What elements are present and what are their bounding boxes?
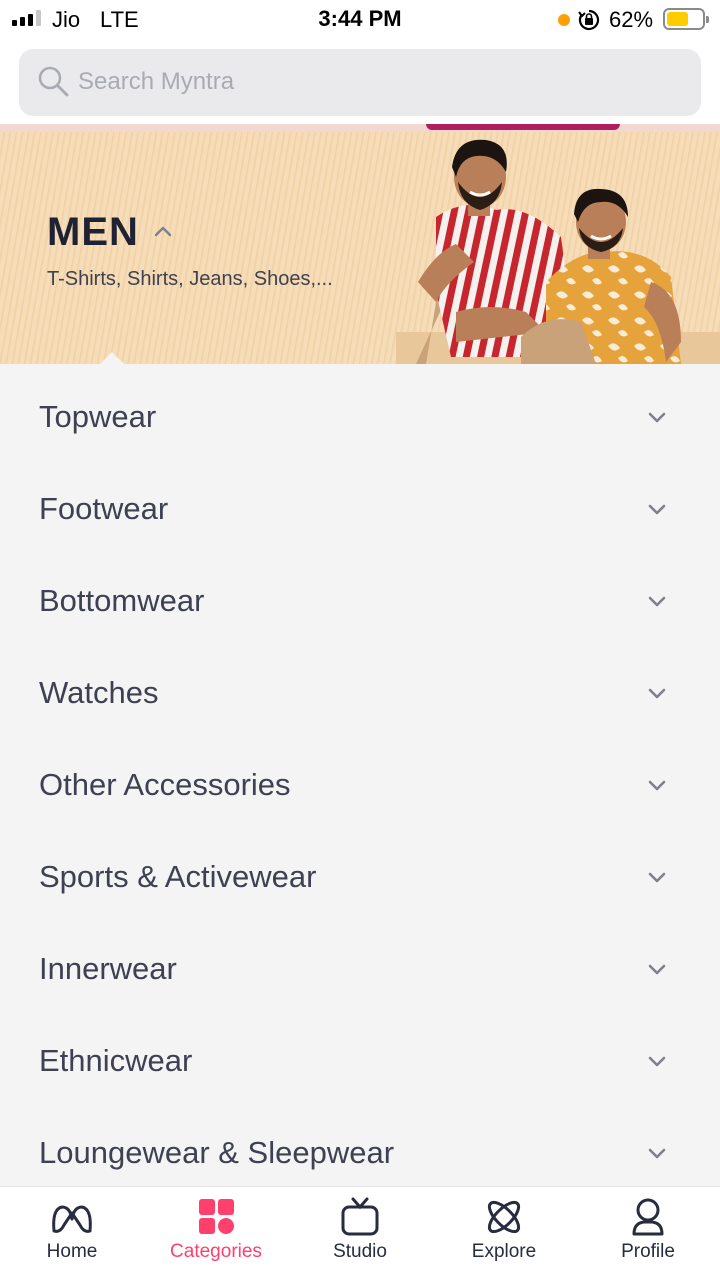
- carousel-edge-strip: [0, 124, 720, 132]
- banner-title: MEN: [47, 210, 139, 254]
- bottom-navigation: Home Categories Studio Explore Profile: [0, 1186, 720, 1280]
- banner-pointer: [100, 352, 124, 364]
- chevron-down-icon: [648, 688, 666, 699]
- category-label: Other Accessories: [39, 767, 291, 802]
- category-label: Bottomwear: [39, 583, 205, 618]
- subcategory-list: Topwear Footwear Bottomwear Watches Other Ac…: [0, 364, 720, 1186]
- nav-categories[interactable]: Categories: [144, 1187, 288, 1280]
- search-bar[interactable]: Search Myntra: [19, 49, 701, 116]
- battery-percent: 62%: [609, 7, 654, 32]
- mic-indicator-icon: [558, 14, 570, 26]
- nav-categories-label: Categories: [170, 1241, 262, 1262]
- nav-profile[interactable]: Profile: [576, 1187, 720, 1280]
- category-row[interactable]: Innerwear: [0, 921, 720, 1013]
- nav-explore[interactable]: Explore: [432, 1187, 576, 1280]
- category-label: Innerwear: [39, 951, 177, 986]
- category-row[interactable]: Topwear: [0, 369, 720, 461]
- tv-icon: [341, 1197, 379, 1236]
- category-label: Footwear: [39, 491, 169, 526]
- nav-profile-label: Profile: [621, 1241, 675, 1262]
- nav-explore-label: Explore: [471, 1241, 537, 1262]
- chevron-down-icon: [648, 1056, 666, 1067]
- myntra-logo-icon: [52, 1205, 92, 1233]
- category-label: Watches: [39, 675, 159, 710]
- chevron-down-icon: [648, 412, 666, 423]
- category-row[interactable]: Bottomwear: [0, 553, 720, 645]
- chevron-down-icon: [648, 780, 666, 791]
- chevron-down-icon: [648, 596, 666, 607]
- category-row[interactable]: Loungewear & Sleepwear: [0, 1105, 720, 1186]
- battery-icon: [663, 8, 709, 30]
- chevron-down-icon: [648, 504, 666, 515]
- category-label: Ethnicwear: [39, 1043, 193, 1078]
- nav-studio[interactable]: Studio: [288, 1187, 432, 1280]
- rotation-lock-icon: [578, 9, 600, 31]
- category-label: Topwear: [39, 399, 157, 434]
- nav-studio-label: Studio: [333, 1241, 387, 1262]
- category-row[interactable]: Other Accessories: [0, 737, 720, 829]
- banner-subtitle: T-Shirts, Shirts, Jeans, Shoes,...: [47, 268, 333, 290]
- nav-home-label: Home: [46, 1241, 98, 1262]
- search-icon: [38, 66, 69, 97]
- chevron-down-icon: [648, 872, 666, 883]
- chevron-down-icon: [648, 1148, 666, 1159]
- category-row[interactable]: Footwear: [0, 461, 720, 553]
- grid-icon: [199, 1199, 234, 1234]
- user-icon: [632, 1198, 664, 1236]
- chevron-down-icon: [648, 964, 666, 975]
- category-row[interactable]: Watches: [0, 645, 720, 737]
- chevron-up-icon: [154, 226, 172, 237]
- men-models-image: [396, 139, 720, 364]
- search-placeholder: Search Myntra: [78, 68, 235, 95]
- category-row[interactable]: Sports & Activewear: [0, 829, 720, 921]
- category-row[interactable]: Ethnicwear: [0, 1013, 720, 1105]
- status-bar: Jio LTE 3:44 PM 62%: [0, 0, 720, 40]
- category-label: Loungewear & Sleepwear: [39, 1135, 395, 1170]
- atom-icon: [487, 1200, 521, 1234]
- men-category-banner[interactable]: MEN T-Shirts, Shirts, Jeans, Shoes,...: [0, 132, 720, 364]
- category-label: Sports & Activewear: [39, 859, 317, 894]
- nav-home[interactable]: Home: [0, 1187, 144, 1280]
